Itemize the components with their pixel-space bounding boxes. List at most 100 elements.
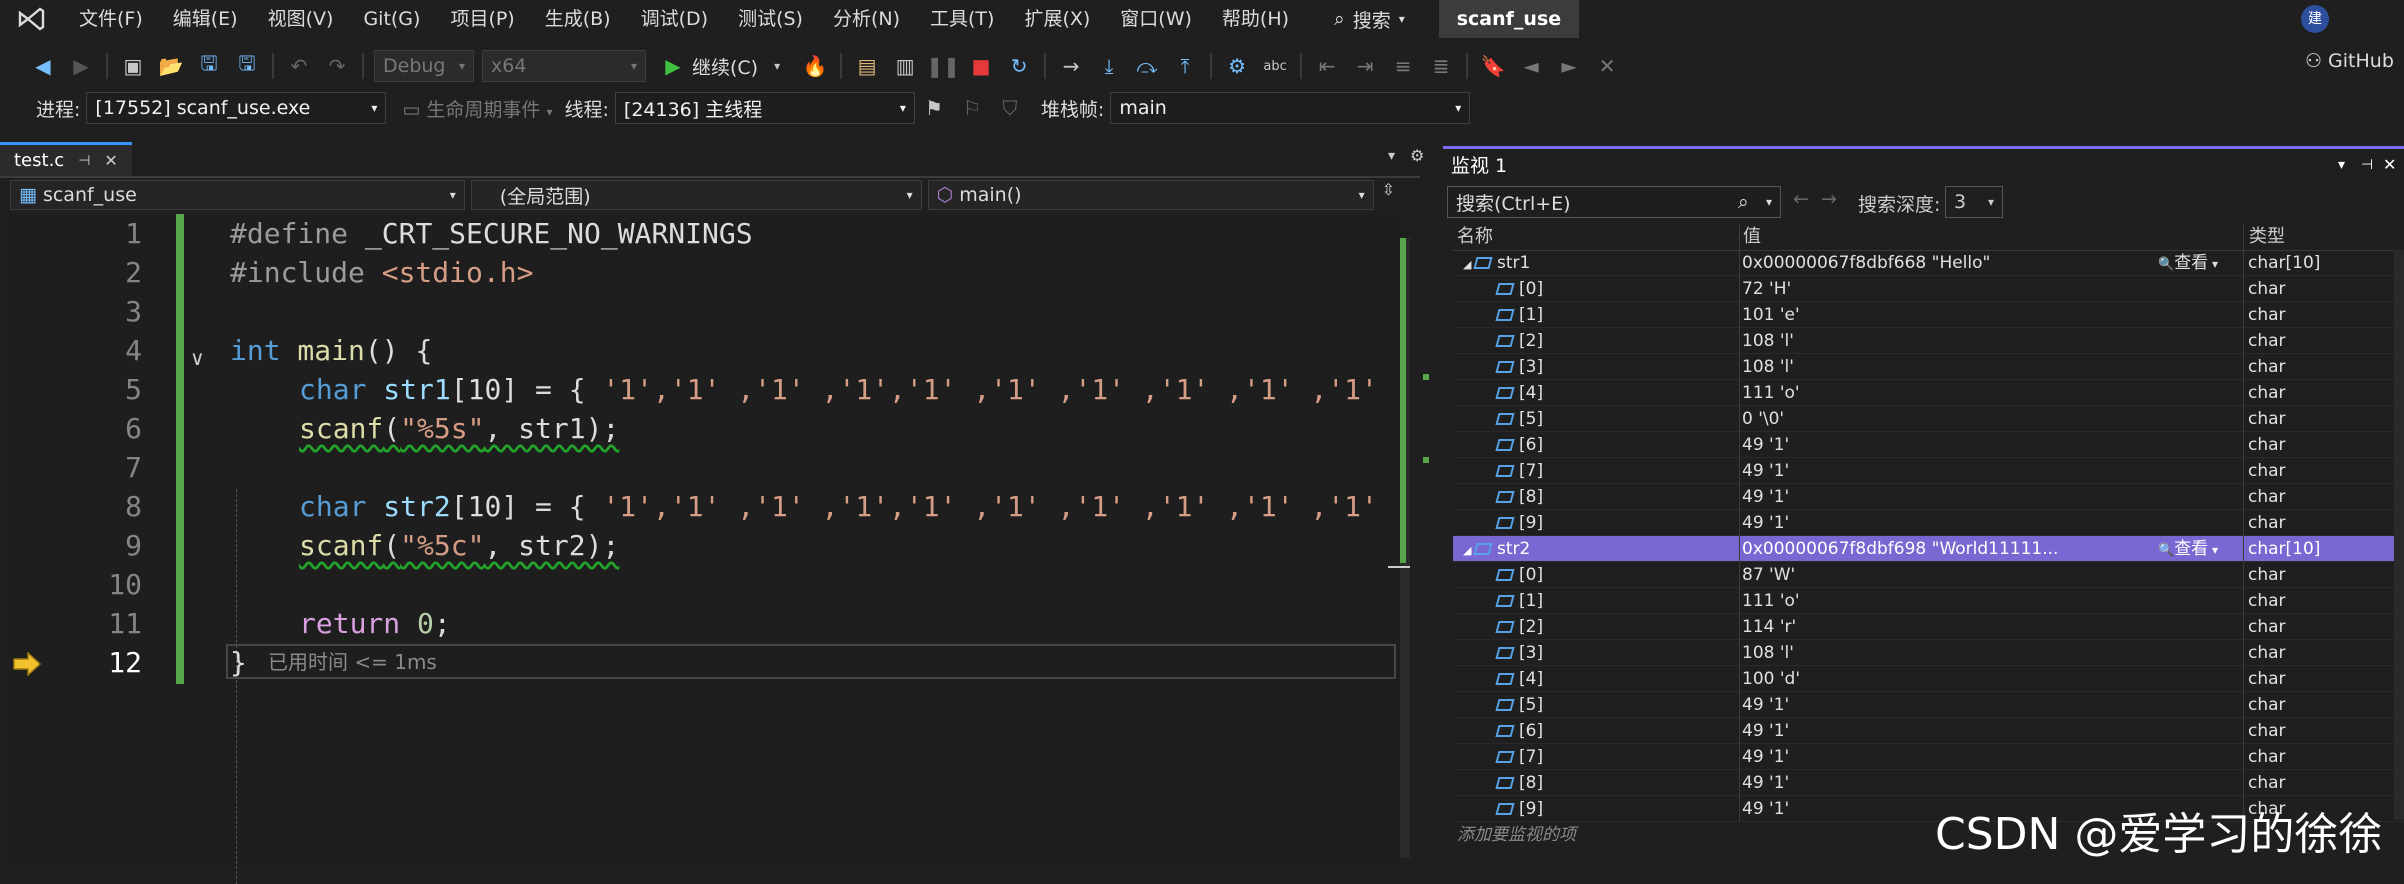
undo-icon[interactable]: ↶ [286,53,312,79]
menu-item[interactable]: 编辑(E) [158,0,253,38]
back-icon[interactable]: ◀ [30,53,56,79]
menu-item[interactable]: 工具(T) [915,0,1009,38]
pin-icon[interactable]: ⊣ [78,153,90,169]
menu-item[interactable]: Git(G) [348,0,435,38]
save-all-icon[interactable]: 🖫 [234,51,260,79]
close-icon[interactable]: ✕ [2383,155,2396,174]
watch-row[interactable]: [5] 49 '1' char [1453,692,2404,718]
tab-test-c[interactable]: test.c ⊣ ✕ [0,142,132,176]
watch-row[interactable]: [1] 101 'e' char [1453,302,2404,328]
play-icon[interactable]: ▶ [660,53,686,79]
forward-arrow-icon[interactable]: → [1821,188,1837,210]
code-editor[interactable]: 1 2 3 4 5 6 7 8 9 10 11 12 ∨ #define _CRT_SECURE_NO… [10,214,1429,884]
bookmark-icon[interactable]: 🔖 [1480,53,1506,79]
watch-row[interactable]: ◢ str2 0x00000067f8dbf698 "World11111... 🔍… [1453,536,2404,562]
configuration-select[interactable]: Debug ▾ [374,50,474,82]
chevron-down-icon[interactable]: ▾ [1766,195,1772,209]
menu-item[interactable]: 帮助(H) [1207,0,1304,38]
menu-item[interactable]: 分析(N) [818,0,915,38]
window-menu-icon[interactable]: ▾ [2338,157,2345,173]
diagnostics-icon[interactable]: ⚙ [1224,53,1250,79]
stackframe-select[interactable]: main ▾ [1110,92,1471,124]
step-into-icon[interactable]: ⤓ [1096,53,1122,79]
menu-item[interactable]: 视图(V) [253,0,349,38]
watch-row[interactable]: [1] 111 'o' char [1453,588,2404,614]
menu-item[interactable]: 文件(F) [64,0,158,38]
hot-reload-icon[interactable]: 🔥 [802,53,828,79]
continue-button[interactable]: 继续(C) [692,53,758,80]
back-arrow-icon[interactable]: ← [1793,188,1809,210]
flag-thread-icon[interactable]: ⚑ [921,95,947,121]
watch-row[interactable]: ◢ str1 0x00000067f8dbf668 "Hello" 🔍查看 ▾ cha… [1453,250,2404,276]
stop-icon[interactable]: ■ [968,53,994,79]
watch-scrollbar[interactable] [2394,250,2404,820]
github-button[interactable]: ⚇ GitHub [2305,50,2394,72]
column-header-value[interactable]: 值 [1743,224,1761,250]
view-visualizer-button[interactable]: 🔍查看 ▾ [2158,536,2218,564]
menu-item[interactable]: 生成(B) [530,0,626,38]
watch-row[interactable]: [8] 49 '1' char [1453,484,2404,510]
expand-triangle-icon[interactable]: ◢ [1463,544,1475,557]
pin-icon[interactable]: ⊣ [2361,157,2373,173]
next-bookmark-icon[interactable]: ► [1556,53,1582,79]
project-scope-select[interactable]: ▦ scanf_use ▾ [10,180,465,210]
watch-row[interactable]: [5] 0 '\0' char [1453,406,2404,432]
menu-item[interactable]: 项目(P) [435,0,529,38]
menu-item[interactable]: 调试(D) [626,0,723,38]
chevron-down-icon[interactable]: ▾ [764,53,790,79]
watch-row[interactable]: [0] 72 'H' char [1453,276,2404,302]
tab-overflow-icon[interactable]: ▾ [1388,148,1395,164]
watch-row[interactable]: [6] 49 '1' char [1453,718,2404,744]
redo-icon[interactable]: ↷ [324,53,350,79]
search-depth-select[interactable]: 3 ▾ [1945,186,2003,218]
function-select[interactable]: ⬡ main() ▾ [927,180,1374,210]
watch-row[interactable]: [6] 49 '1' char [1453,432,2404,458]
menu-item[interactable]: 扩展(X) [1009,0,1105,38]
watch-row[interactable]: [7] 49 '1' char [1453,458,2404,484]
avatar[interactable]: 建 [2301,5,2329,33]
forward-icon[interactable]: ▶ [68,53,94,79]
clear-bookmarks-icon[interactable]: ✕ [1594,53,1620,79]
watch-row[interactable]: [4] 111 'o' char [1453,380,2404,406]
pause-icon[interactable]: ❚❚ [926,53,960,79]
lifecycle-events-button[interactable]: ▭ 生命周期事件 ▾ [402,95,552,122]
filter-icon[interactable]: ⛉ [997,95,1023,121]
outdent-icon[interactable]: ⇥ [1352,53,1378,79]
uncomment-icon[interactable]: ≣ [1428,53,1454,79]
platform-select[interactable]: x64 ▾ [482,50,646,82]
step-over-icon[interactable]: ⤼ [1134,53,1160,79]
toolbox-icon[interactable]: ▤ [854,53,880,79]
new-project-icon[interactable]: ▣ [120,53,146,79]
expand-triangle-icon[interactable]: ◢ [1463,258,1475,271]
watch-search-input[interactable]: 搜索(Ctrl+E) ⌕ ▾ [1447,186,1781,218]
spell-check-icon[interactable]: abc [1262,53,1288,79]
vs-logo-icon[interactable] [14,2,48,36]
step-out-icon[interactable]: ⤒ [1172,53,1198,79]
search-icon[interactable]: ⌕ [1738,191,1749,213]
editor-vertical-scrollbar[interactable] [1388,238,1410,858]
layout-icon[interactable]: ▥ [892,53,918,79]
watch-row[interactable]: [8] 49 '1' char [1453,770,2404,796]
watch-row[interactable]: [0] 87 'W' char [1453,562,2404,588]
column-header-name[interactable]: 名称 [1457,224,1493,250]
menu-item[interactable]: 窗口(W) [1105,0,1207,38]
settings-gear-icon[interactable]: ⚙ [1410,146,1424,165]
split-icon[interactable]: ⇳ [1382,180,1395,212]
restart-icon[interactable]: ↻ [1006,53,1032,79]
indent-icon[interactable]: ⇤ [1314,53,1340,79]
show-next-statement-icon[interactable]: → [1058,53,1084,79]
global-scope-select[interactable]: (全局范围) ▾ [470,180,922,210]
open-folder-icon[interactable]: 📂 [158,53,184,79]
watch-row[interactable]: [3] 108 'l' char [1453,354,2404,380]
comment-icon[interactable]: ≡ [1390,53,1416,79]
search-button[interactable]: ⌕ 搜索 ▾ [1318,0,1421,38]
watch-row[interactable]: [4] 100 'd' char [1453,666,2404,692]
column-header-type[interactable]: 类型 [2249,224,2285,250]
watch-row[interactable]: [2] 114 'r' char [1453,614,2404,640]
close-icon[interactable]: ✕ [104,151,117,170]
watch-row[interactable]: [7] 49 '1' char [1453,744,2404,770]
menu-item[interactable]: 测试(S) [723,0,818,38]
prev-bookmark-icon[interactable]: ◄ [1518,53,1544,79]
watch-row[interactable]: [2] 108 'l' char [1453,328,2404,354]
thread-select[interactable]: [24136] 主线程 ▾ [614,92,915,124]
